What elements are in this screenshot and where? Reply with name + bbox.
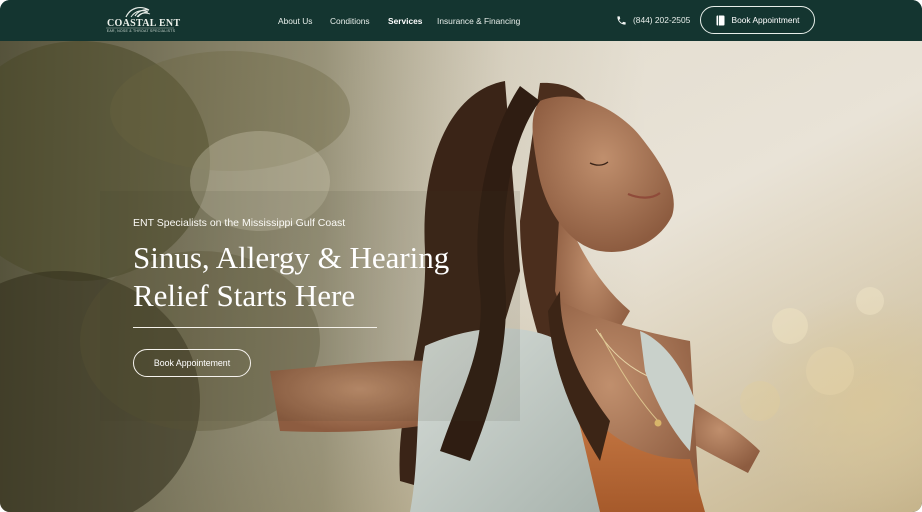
nav-insurance-financing[interactable]: Insurance & Financing [437, 14, 520, 28]
book-icon [716, 15, 724, 25]
nav-conditions[interactable]: Conditions [330, 14, 370, 28]
hero-title-line-2: Relief Starts Here [133, 278, 356, 313]
book-appointment-label: Book Appointment [731, 15, 800, 25]
brand-logo[interactable]: COASTAL ENT EAR, NOSE & THROAT SPECIALIS… [104, 4, 181, 36]
book-appointment-button[interactable]: Book Appointment [700, 6, 815, 34]
phone-icon [617, 15, 626, 25]
page: COASTAL ENT EAR, NOSE & THROAT SPECIALIS… [0, 0, 922, 512]
nav-about-us[interactable]: About Us [278, 14, 312, 28]
brand-name: COASTAL ENT [107, 18, 181, 29]
hero-section: ENT Specialists on the Mississippi Gulf … [0, 41, 922, 512]
hero-title: Sinus, Allergy & Hearing Relief Starts H… [133, 239, 513, 315]
hero-book-appointment-label: Book Appointement [153, 358, 231, 368]
phone-link[interactable]: (844) 202-2505 [616, 13, 690, 27]
nav-services[interactable]: Services [388, 14, 422, 28]
site-header: COASTAL ENT EAR, NOSE & THROAT SPECIALIS… [0, 0, 922, 41]
hero-divider [133, 327, 377, 328]
hero-eyebrow: ENT Specialists on the Mississippi Gulf … [133, 217, 346, 229]
brand-tagline: EAR, NOSE & THROAT SPECIALISTS [106, 29, 176, 33]
hero-title-line-1: Sinus, Allergy & Hearing [133, 240, 450, 275]
phone-number: (844) 202-2505 [633, 15, 691, 25]
hero-book-appointment-button[interactable]: Book Appointement [133, 349, 251, 377]
